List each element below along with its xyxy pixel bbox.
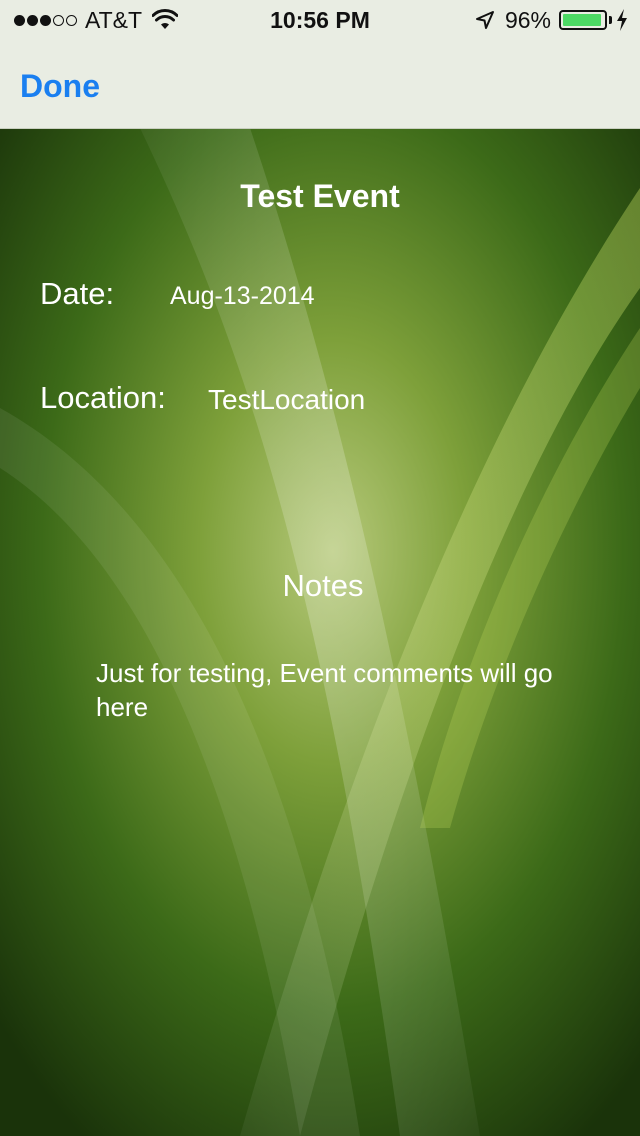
- status-right: 96%: [475, 6, 628, 34]
- battery-nub: [609, 16, 612, 24]
- done-button[interactable]: Done: [16, 64, 104, 108]
- battery-fill: [563, 14, 601, 26]
- location-label: Location:: [40, 380, 166, 415]
- location-arrow-icon: [475, 11, 494, 29]
- battery-percent: 96%: [504, 6, 551, 33]
- event-detail: Test Event Date: Aug-13-2014 Location: T…: [0, 128, 640, 1136]
- date-value: Aug-13-2014: [170, 282, 315, 310]
- date-label: Date:: [40, 276, 115, 311]
- notes-text: Just for testing, Event comments will go…: [96, 658, 553, 722]
- charging-bolt-icon: [617, 9, 627, 31]
- battery-icon: [559, 10, 607, 30]
- navigation-bar: AT&T 10:56 PM 96% Done: [0, 0, 640, 129]
- notes-heading: Notes: [282, 568, 364, 603]
- location-value: TestLocation: [208, 384, 366, 415]
- status-bar: AT&T 10:56 PM 96%: [0, 0, 640, 40]
- event-title: Test Event: [240, 178, 400, 214]
